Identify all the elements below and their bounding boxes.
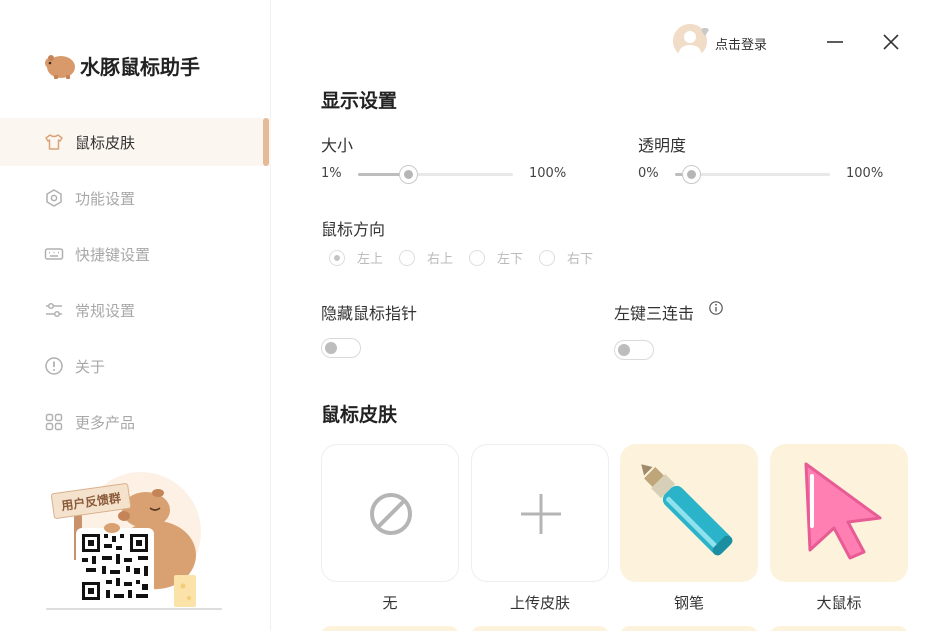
direction-option-top-left[interactable]: 左上: [329, 248, 383, 267]
tshirt-icon: [44, 132, 64, 152]
sidebar-item-label: 快捷键设置: [75, 245, 151, 264]
vip-badge-icon: [701, 28, 709, 36]
radio-label: 左上: [357, 252, 384, 267]
radio-dot[interactable]: [539, 249, 556, 266]
keyboard-icon: [44, 244, 64, 264]
app-window: 水豚鼠标助手 鼠标皮肤 功能设置 快捷键设置 常规设置 关于 更多产品 用户反馈…: [0, 0, 947, 631]
sidebar-item-general-settings[interactable]: 常规设置: [0, 286, 271, 334]
sidebar-item-label: 关于: [75, 357, 106, 376]
skin-name: 无: [382, 594, 398, 612]
sliders-icon: [44, 300, 64, 320]
grid-icon: [44, 412, 64, 432]
brand: 水豚鼠标助手: [44, 50, 200, 80]
direction-option-top-right[interactable]: 右上: [399, 248, 453, 267]
triple-click-toggle[interactable]: [614, 340, 654, 360]
promo-ground-line: [46, 608, 222, 610]
direction-option-bottom-right[interactable]: 右下: [539, 248, 593, 267]
sidebar-item-label: 功能设置: [75, 189, 136, 208]
mouse-skin-title: 鼠标皮肤: [321, 404, 398, 426]
hide-pointer-toggle[interactable]: [321, 338, 361, 358]
slider-thumb[interactable]: [682, 165, 701, 184]
radio-dot[interactable]: [469, 249, 486, 266]
skin-tile-row2[interactable]: [620, 626, 758, 631]
sidebar-nav: 鼠标皮肤 功能设置 快捷键设置 常规设置 关于 更多产品: [0, 118, 271, 454]
title-bar: 点击登录: [271, 24, 947, 60]
radio-label: 右下: [567, 252, 594, 267]
radio-label: 左下: [497, 252, 524, 267]
radio-label: 右上: [427, 252, 454, 267]
main-panel: 点击登录 显示设置 大小 1% 100% 透明度 0% 100% 鼠标方向 左上…: [271, 0, 947, 631]
app-title: 水豚鼠标助手: [80, 54, 200, 79]
sidebar-item-shortcut-settings[interactable]: 快捷键设置: [0, 230, 271, 278]
skin-tile-row2[interactable]: [321, 626, 459, 631]
hide-pointer-label: 隐藏鼠标指针: [321, 304, 418, 323]
close-icon[interactable]: [881, 32, 901, 52]
minimize-icon[interactable]: [825, 32, 845, 52]
skin-name: 上传皮肤: [509, 594, 570, 612]
mouse-direction-group: 左上 右上 左下 右下: [329, 248, 609, 267]
opacity-max-label: 100%: [846, 166, 884, 181]
sidebar-item-label: 更多产品: [75, 413, 136, 432]
skin-name: 大鼠标: [816, 594, 862, 612]
size-slider[interactable]: [358, 164, 513, 184]
display-settings-title: 显示设置: [321, 90, 398, 112]
sidebar-item-label: 常规设置: [75, 301, 136, 320]
skin-tile-row2[interactable]: [770, 626, 908, 631]
capybara-logo-icon: [45, 55, 75, 79]
pen-icon: [641, 464, 733, 556]
sidebar: 水豚鼠标助手 鼠标皮肤 功能设置 快捷键设置 常规设置 关于 更多产品 用户反馈…: [0, 0, 271, 631]
skin-tile[interactable]: [770, 444, 908, 582]
skin-tile[interactable]: [471, 444, 609, 582]
skin-tile-row2[interactable]: [471, 626, 609, 631]
size-max-label: 100%: [529, 166, 567, 181]
size-label: 大小: [321, 136, 354, 155]
skin-tile[interactable]: [321, 444, 459, 582]
slider-thumb[interactable]: [399, 165, 418, 184]
sidebar-scroll-indicator: [263, 118, 269, 166]
skin-name: 钢笔: [673, 594, 704, 612]
sidebar-item-about[interactable]: 关于: [0, 342, 271, 390]
opacity-slider[interactable]: [675, 164, 830, 184]
skin-tile[interactable]: [620, 444, 758, 582]
opacity-label: 透明度: [638, 136, 687, 155]
sidebar-item-mouse-skin[interactable]: 鼠标皮肤: [0, 118, 271, 166]
triple-click-label: 左键三连击: [614, 304, 695, 323]
hexagon-gear-icon: [44, 188, 64, 208]
plus-icon: [521, 494, 561, 534]
sidebar-item-function-settings[interactable]: 功能设置: [0, 174, 271, 222]
login-link[interactable]: 点击登录: [715, 34, 767, 53]
radio-dot[interactable]: [329, 249, 345, 266]
mouse-direction-label: 鼠标方向: [321, 220, 386, 239]
big-cursor-icon: [804, 462, 882, 560]
info-circle-icon: [44, 356, 64, 376]
opacity-min-label: 0%: [638, 166, 659, 181]
sidebar-item-more-products[interactable]: 更多产品: [0, 398, 271, 446]
direction-option-bottom-left[interactable]: 左下: [469, 248, 523, 267]
radio-dot[interactable]: [399, 249, 416, 266]
none-icon: [370, 493, 412, 535]
size-min-label: 1%: [321, 166, 342, 181]
sidebar-item-label: 鼠标皮肤: [75, 133, 136, 152]
info-icon[interactable]: [708, 300, 724, 316]
feedback-group-promo[interactable]: 用户反馈群: [46, 470, 226, 610]
